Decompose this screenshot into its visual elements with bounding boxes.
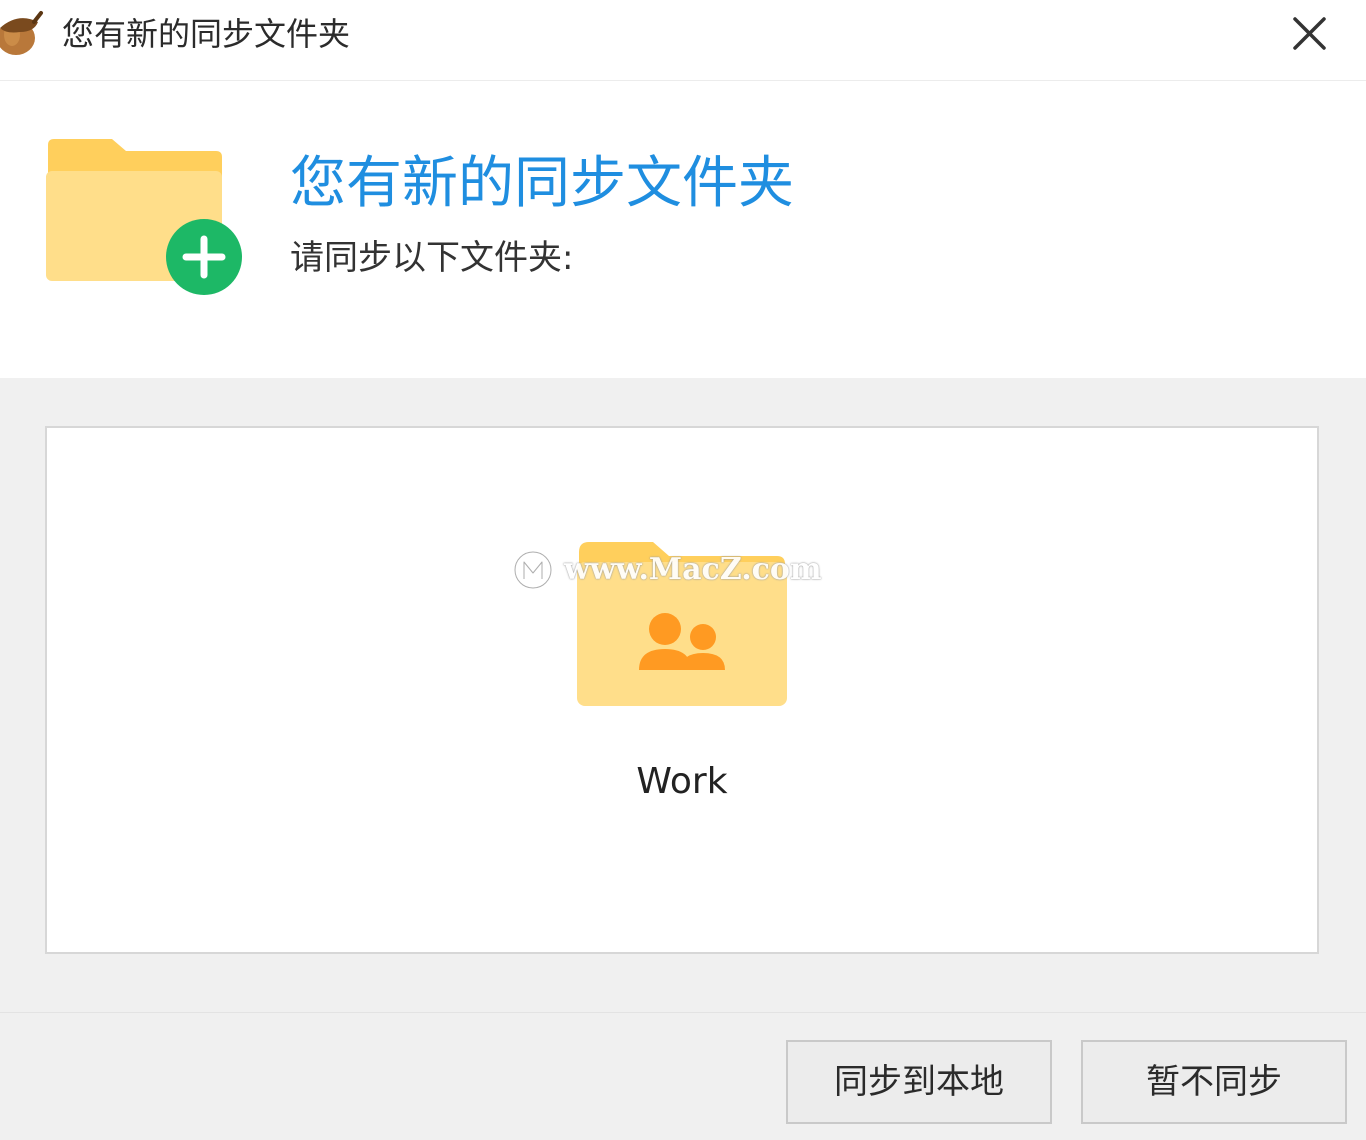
watermark-text: www.MacZ.com <box>564 552 822 587</box>
skip-sync-button[interactable]: 暂不同步 <box>1081 1040 1347 1124</box>
folder-list: Work <box>45 426 1319 954</box>
footer-divider <box>0 1012 1366 1013</box>
close-icon[interactable] <box>1280 6 1338 64</box>
dialog-heading: 您有新的同步文件夹 <box>290 151 794 216</box>
folder-add-icon <box>46 139 242 295</box>
sync-to-local-button[interactable]: 同步到本地 <box>786 1040 1052 1124</box>
watermark: www.MacZ.com <box>512 548 857 592</box>
title-bar: 您有新的同步文件夹 <box>0 0 1366 81</box>
window-title: 您有新的同步文件夹 <box>62 15 351 53</box>
dialog-subheading: 请同步以下文件夹: <box>290 238 574 278</box>
header-panel: 您有新的同步文件夹 请同步以下文件夹: <box>0 81 1366 378</box>
macz-logo-icon <box>513 550 553 590</box>
acorn-icon <box>0 11 43 55</box>
folder-name: Work <box>636 761 728 802</box>
